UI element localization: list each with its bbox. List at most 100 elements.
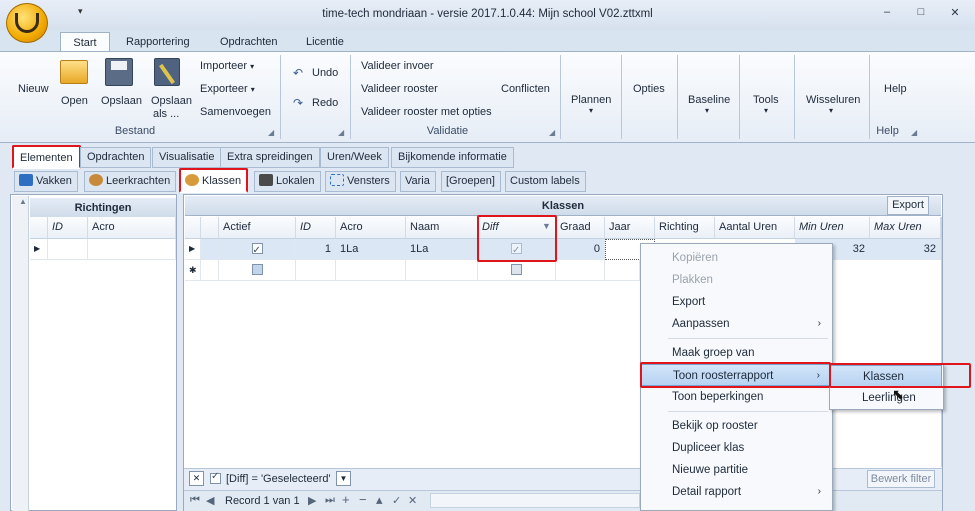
tab-rapportering[interactable]: Rapportering	[118, 32, 198, 52]
column-header-id[interactable]: ID	[48, 217, 88, 239]
diff-checkbox-new[interactable]	[478, 260, 556, 281]
tab-visualisatie[interactable]: Visualisatie	[152, 147, 222, 168]
table-cell[interactable]: 1	[296, 239, 336, 260]
table-cell[interactable]	[296, 260, 336, 281]
clear-filter-icon[interactable]: ✕	[189, 471, 204, 486]
tab-start[interactable]: Start	[60, 32, 110, 52]
validate-schedule-button[interactable]: Valideer rooster	[361, 83, 438, 95]
menu-item-dupliceer-klas[interactable]: Dupliceer klas	[641, 437, 831, 459]
cancel-record-icon[interactable]: ✕	[408, 494, 417, 507]
tab-vensters[interactable]: Vensters	[325, 171, 396, 192]
column-header-acro[interactable]: Acro	[336, 217, 406, 239]
merge-button[interactable]: Samenvoegen	[200, 106, 271, 118]
tab-lokalen[interactable]: Lokalen	[254, 171, 321, 192]
column-header-min-uren[interactable]: Min Uren	[795, 217, 870, 239]
tab-klassen[interactable]: Klassen	[179, 168, 249, 193]
dialog-launcher-icon[interactable]: ◢	[268, 128, 274, 137]
tab-varia[interactable]: Varia	[400, 171, 436, 192]
table-cell[interactable]	[201, 260, 219, 281]
delete-record-icon[interactable]: −	[359, 492, 367, 507]
table-cell[interactable]: 32	[870, 239, 941, 260]
undo-button[interactable]: Undo	[312, 67, 338, 79]
next-record-icon[interactable]: ▶	[308, 494, 316, 507]
table-cell[interactable]: 1La	[406, 239, 478, 260]
app-logo-icon[interactable]	[6, 3, 48, 43]
last-record-icon[interactable]: ⏭	[325, 494, 335, 507]
menu-item-export[interactable]: Export	[641, 291, 831, 313]
tab-licentie[interactable]: Licentie	[298, 32, 352, 52]
column-header-id[interactable]: ID	[296, 217, 336, 239]
tab-groepen[interactable]: [Groepen]	[441, 171, 501, 192]
column-header-graad[interactable]: Graad	[556, 217, 605, 239]
table-cell[interactable]	[336, 260, 406, 281]
new-button[interactable]: Nieuw	[18, 83, 49, 95]
menu-item-kopieren[interactable]: Kopiëren	[641, 247, 831, 269]
table-cell[interactable]	[605, 260, 640, 281]
save-record-icon[interactable]: ✓	[392, 494, 401, 507]
column-header-richting[interactable]: Richting	[655, 217, 715, 239]
table-cell[interactable]	[201, 239, 219, 260]
help-button[interactable]: Help	[884, 83, 907, 95]
tab-bijkomende-informatie[interactable]: Bijkomende informatie	[391, 147, 514, 168]
table-cell[interactable]: 0	[556, 239, 605, 260]
redo-button[interactable]: Redo	[312, 97, 338, 109]
prev-record-icon[interactable]: ◀	[206, 494, 214, 507]
dialog-launcher-icon[interactable]: ◢	[338, 128, 344, 137]
edit-filter-button[interactable]: Bewerk filter	[867, 470, 935, 488]
table-cell[interactable]	[88, 239, 176, 260]
first-record-icon[interactable]: ⏮	[190, 494, 200, 507]
actief-checkbox[interactable]	[219, 239, 296, 260]
table-cell[interactable]: 1La	[336, 239, 406, 260]
column-header-max-uren[interactable]: Max Uren	[870, 217, 941, 239]
validate-schedule-options-button[interactable]: Valideer rooster met opties	[361, 106, 492, 118]
table-cell[interactable]	[556, 260, 605, 281]
export-button[interactable]: Exporteer ▾	[200, 83, 255, 95]
menu-item-aanpassen[interactable]: Aanpassen ›	[641, 313, 831, 335]
maximize-icon[interactable]: □	[912, 6, 930, 22]
save-as-button-line1[interactable]: Opslaan	[151, 95, 192, 107]
tab-custom-labels[interactable]: Custom labels	[505, 171, 586, 192]
column-header-jaar[interactable]: Jaar	[605, 217, 655, 239]
add-record-icon[interactable]: +	[342, 492, 350, 507]
menu-item-plakken[interactable]: Plakken	[641, 269, 831, 291]
edit-record-icon[interactable]: ▴	[376, 492, 383, 508]
tab-uren-week[interactable]: Uren/Week	[320, 147, 389, 168]
tab-elementen[interactable]: Elementen	[12, 145, 81, 169]
conflicts-button[interactable]: Conflicten	[501, 83, 550, 95]
save-button[interactable]: Opslaan	[101, 95, 142, 107]
filter-active-checkbox[interactable]	[210, 471, 221, 485]
validate-input-button[interactable]: Valideer invoer	[361, 60, 434, 72]
menu-item-maak-groep-van[interactable]: Maak groep van	[641, 342, 831, 364]
close-icon[interactable]: ✕	[946, 6, 964, 22]
dialog-launcher-icon[interactable]: ◢	[911, 128, 917, 137]
table-cell[interactable]	[48, 239, 88, 260]
open-button[interactable]: Open	[61, 95, 88, 107]
baseline-button[interactable]: Baseline	[688, 94, 730, 106]
menu-item-nieuwe-partitie[interactable]: Nieuwe partitie	[641, 459, 831, 481]
left-scrollbar[interactable]	[12, 196, 29, 511]
column-header-acro[interactable]: Acro	[88, 217, 176, 239]
dialog-launcher-icon[interactable]: ◢	[549, 128, 555, 137]
menu-item-bekijk-op-rooster[interactable]: Bekijk op rooster	[641, 415, 831, 437]
column-header-naam[interactable]: Naam	[406, 217, 478, 239]
tools-button[interactable]: Tools	[753, 94, 779, 106]
horizontal-scrollbar[interactable]	[430, 493, 640, 508]
tab-leerkrachten[interactable]: Leerkrachten	[84, 171, 177, 192]
table-cell[interactable]	[406, 260, 478, 281]
tab-opdrachten[interactable]: Opdrachten	[212, 32, 285, 52]
tab-opdrachten-element[interactable]: Opdrachten	[80, 147, 152, 168]
export-button[interactable]: Export	[887, 196, 929, 215]
options-button[interactable]: Opties	[633, 83, 665, 95]
menu-item-detail-rapport[interactable]: Detail rapport ›	[641, 481, 831, 503]
minimize-icon[interactable]: ‒	[878, 6, 896, 22]
tab-extra-spreidingen[interactable]: Extra spreidingen	[220, 147, 320, 168]
wisseluren-button[interactable]: Wisseluren	[806, 94, 860, 106]
tab-vakken[interactable]: Vakken	[14, 171, 78, 192]
filter-dropdown-icon[interactable]: ▼	[336, 471, 351, 486]
plan-button[interactable]: Plannen	[571, 94, 611, 106]
import-button[interactable]: Importeer ▾	[200, 60, 254, 72]
column-header-actief[interactable]: Actief	[219, 217, 296, 239]
actief-checkbox-new[interactable]	[219, 260, 296, 281]
scroll-up-icon[interactable]: ▲	[19, 197, 27, 206]
column-header-aantal-uren[interactable]: Aantal Uren	[715, 217, 795, 239]
